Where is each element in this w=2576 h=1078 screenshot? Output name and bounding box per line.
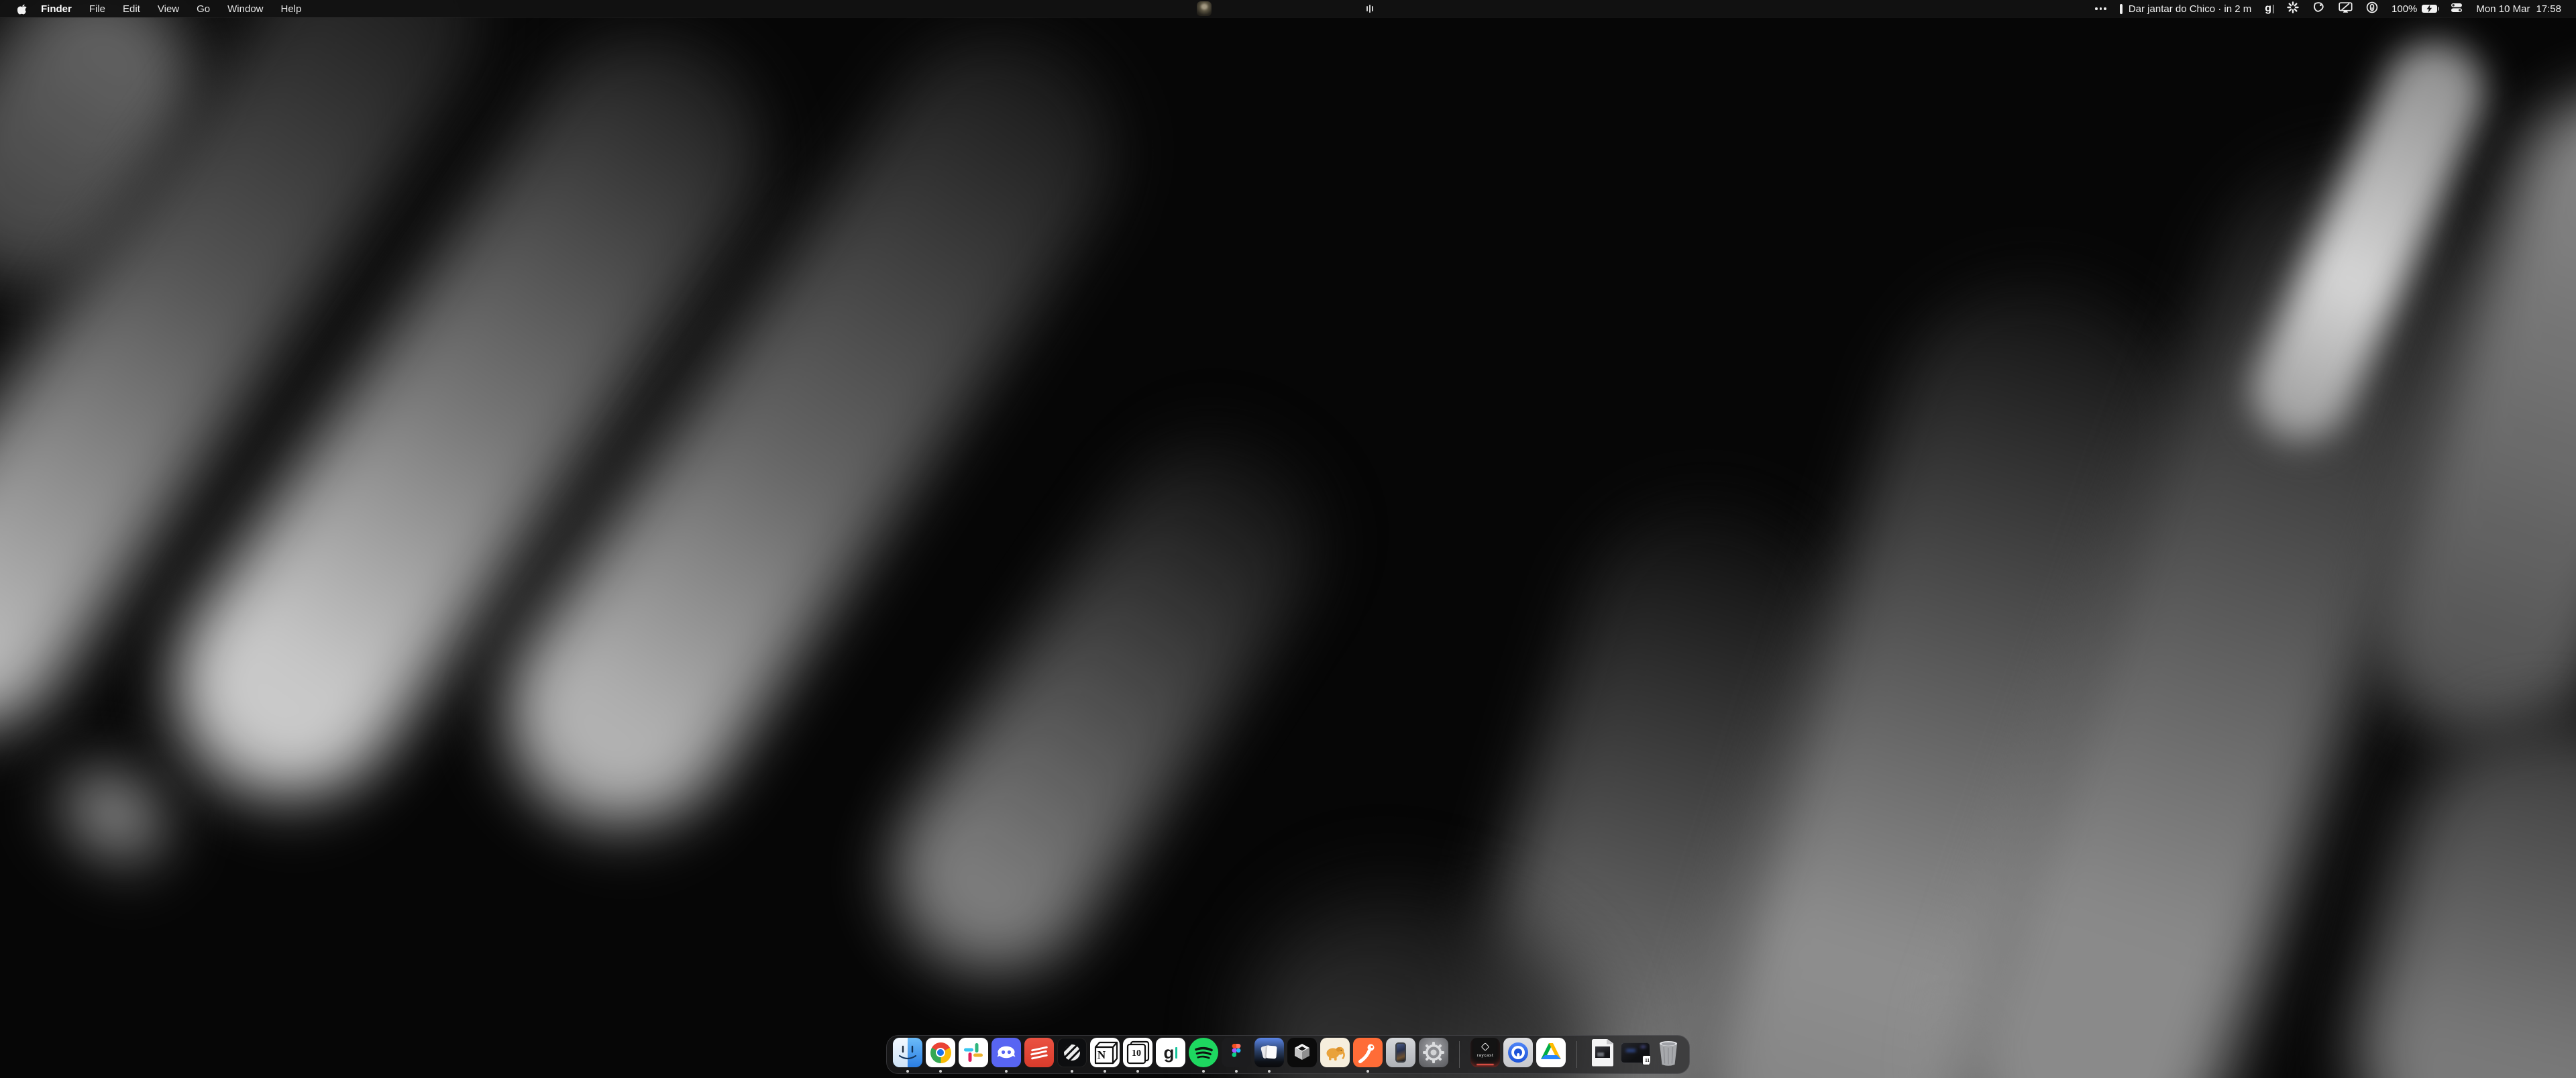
elephant-icon: [1320, 1038, 1350, 1067]
control-center-icon[interactable]: [2451, 3, 2463, 15]
dock-item-todoist[interactable]: [1024, 1036, 1054, 1073]
running-indicator: [1268, 1070, 1271, 1073]
dock: N 10 g: [886, 1035, 1690, 1074]
apple-menu[interactable]: [12, 3, 32, 15]
calendar-badge: 11: [1642, 1055, 1650, 1065]
raycast-icon: raycast: [1470, 1038, 1500, 1067]
dock-item-system-settings[interactable]: [1419, 1036, 1448, 1073]
apple-logo-icon: [17, 3, 27, 15]
dock-item-elephant-db[interactable]: [1320, 1036, 1350, 1073]
battery-percent: 100%: [2392, 3, 2417, 15]
dock-item-linear[interactable]: [1057, 1036, 1087, 1073]
dock-item-spotify[interactable]: [1189, 1036, 1218, 1073]
dock-item-google-drive[interactable]: [1536, 1036, 1566, 1073]
battery-status[interactable]: 100%: [2392, 3, 2437, 15]
audio-levels-icon[interactable]: [1366, 0, 1373, 17]
spotify-icon: [1189, 1038, 1218, 1067]
chrome-icon: [926, 1038, 955, 1067]
dock-item-finder[interactable]: [893, 1036, 922, 1073]
dock-divider: [1576, 1041, 1577, 1068]
clock-time: 17:58: [2536, 3, 2561, 15]
figma-icon: [1222, 1038, 1251, 1067]
menu-item-finder[interactable]: Finder: [32, 0, 80, 17]
battery-icon: [2422, 5, 2437, 13]
dock-item-trash[interactable]: [1654, 1036, 1683, 1073]
dock-item-paste[interactable]: [1254, 1036, 1284, 1073]
dock-item-postman[interactable]: [1353, 1036, 1383, 1073]
dock-item-document-file[interactable]: [1588, 1036, 1617, 1073]
grammarly-icon[interactable]: g: [2265, 3, 2273, 15]
dock-item-raycast[interactable]: raycast: [1470, 1036, 1500, 1073]
paste-icon: [1254, 1038, 1284, 1067]
linear-icon: [1057, 1038, 1087, 1067]
menu-item-file[interactable]: File: [80, 0, 114, 17]
menu-bar-left: Finder File Edit View Go Window Help: [0, 0, 310, 17]
dock-item-grammarly[interactable]: g: [1156, 1036, 1185, 1073]
menu-item-view[interactable]: View: [149, 0, 188, 17]
dock-divider: [1459, 1041, 1460, 1068]
calendar-event-item[interactable]: Dar jantar do Chico · in 2 m: [2120, 3, 2251, 15]
event-text: Dar jantar do Chico · in 2 m: [2129, 3, 2251, 15]
dock-item-notion-calendar[interactable]: 10: [1123, 1036, 1152, 1073]
dock-item-slack[interactable]: [959, 1036, 988, 1073]
document-file-icon: [1588, 1038, 1617, 1067]
notion-icon: N: [1090, 1038, 1120, 1067]
wallpaper-band: [2327, 689, 2576, 1078]
dock-item-unity[interactable]: [1287, 1036, 1317, 1073]
menu-bar-clock[interactable]: Mon 10 Mar 17:58: [2476, 3, 2561, 15]
dock-item-1password[interactable]: [1503, 1036, 1533, 1073]
google-drive-icon: [1536, 1038, 1566, 1067]
1password-icon[interactable]: [2366, 1, 2378, 16]
menu-item-go[interactable]: Go: [188, 0, 219, 17]
dock-item-figma[interactable]: [1222, 1036, 1251, 1073]
dock-item-discord[interactable]: [991, 1036, 1021, 1073]
todoist-icon: [1024, 1038, 1054, 1067]
finder-icon: [893, 1038, 922, 1067]
camera-preview-thumbnail[interactable]: [1197, 1, 1212, 16]
dock-item-chrome[interactable]: [926, 1036, 955, 1073]
notion-calendar-icon: 10: [1123, 1038, 1152, 1067]
minimized-window-thumbnail: 11: [1621, 1038, 1650, 1067]
menu-item-help[interactable]: Help: [272, 0, 311, 17]
menu-item-edit[interactable]: Edit: [114, 0, 149, 17]
dock-item-notion[interactable]: N: [1090, 1036, 1120, 1073]
grammarly-dock-icon: g: [1156, 1038, 1185, 1067]
iphone-mirroring-icon: [1386, 1038, 1415, 1067]
running-indicator: [1071, 1070, 1073, 1073]
trash-icon: [1654, 1038, 1683, 1067]
running-indicator: [939, 1070, 942, 1073]
event-color-bar: [2120, 4, 2123, 14]
desktop-wallpaper: [0, 0, 2576, 1078]
menu-bar: Finder File Edit View Go Window Help Dar…: [0, 0, 2576, 17]
burst-icon[interactable]: [2287, 1, 2299, 16]
slack-icon: [959, 1038, 988, 1067]
dock-item-iphone-mirroring[interactable]: [1386, 1036, 1415, 1073]
menu-bar-status: Dar jantar do Chico · in 2 m g: [2095, 0, 2576, 17]
running-indicator: [906, 1070, 909, 1073]
running-indicator: [1136, 1070, 1139, 1073]
gear-icon: [1419, 1038, 1448, 1067]
discord-icon: [991, 1038, 1021, 1067]
clock-date: Mon 10 Mar: [2476, 3, 2530, 15]
dock-item-minimized-window[interactable]: 11: [1621, 1036, 1650, 1073]
running-indicator: [1235, 1070, 1238, 1073]
running-indicator: [1005, 1070, 1008, 1073]
running-indicator: [1366, 1070, 1369, 1073]
pick-icon[interactable]: [2312, 1, 2325, 16]
running-indicator: [1104, 1070, 1106, 1073]
wallpaper-band: [855, 398, 1359, 1011]
1password-dock-icon: [1503, 1038, 1533, 1067]
overflow-ellipsis-icon[interactable]: [2095, 7, 2106, 10]
running-indicator: [1202, 1070, 1205, 1073]
unity-cube-icon: [1287, 1038, 1317, 1067]
display-mirroring-icon[interactable]: [2339, 2, 2353, 16]
postman-icon: [1353, 1038, 1383, 1067]
menu-item-window[interactable]: Window: [219, 0, 272, 17]
